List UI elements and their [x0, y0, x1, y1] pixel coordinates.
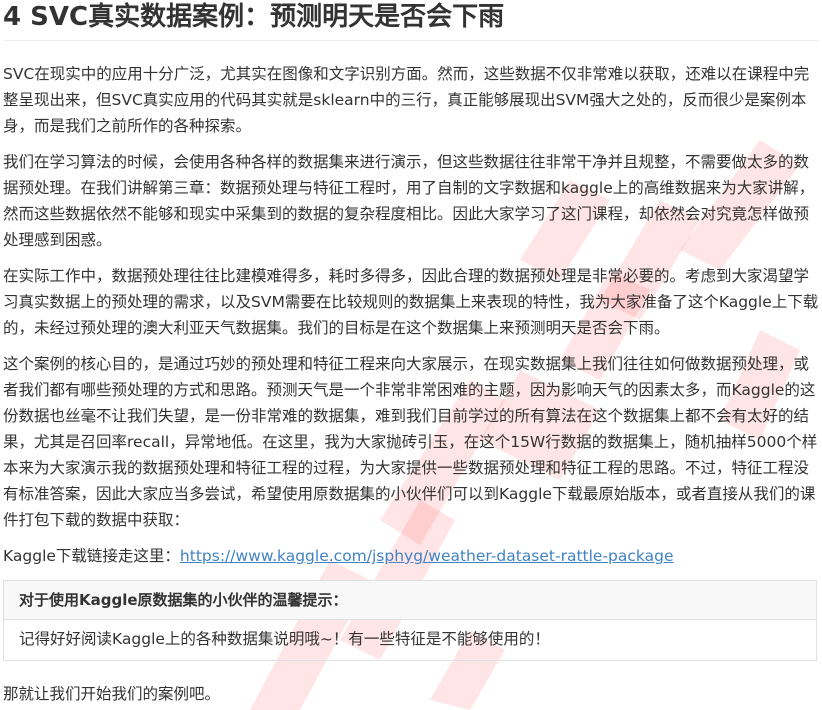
download-label: Kaggle下载链接走这里： — [3, 547, 180, 565]
tip-box: 对于使用Kaggle原数据集的小伙伴的温馨提示： 记得好好阅读Kaggle上的各… — [3, 580, 817, 661]
download-line: Kaggle下载链接走这里：https://www.kaggle.com/jsp… — [3, 543, 819, 569]
paragraph-intro: SVC在现实中的应用十分广泛，尤其实在图像和文字识别方面。然而，这些数据不仅非常… — [3, 65, 810, 135]
paragraph-closing: 那就让我们开始我们的案例吧。 — [3, 685, 221, 703]
tip-title: 对于使用Kaggle原数据集的小伙伴的温馨提示： — [4, 581, 816, 620]
paragraph-preprocessing: 在实际工作中，数据预处理往往比建模难得多，耗时多得多，因此合理的数据预处理是非常… — [3, 267, 819, 337]
page-title: 4 SVC真实数据案例：预测明天是否会下雨 — [3, 0, 819, 41]
tip-body: 记得好好阅读Kaggle上的各种数据集说明哦~！有一些特征是不能够使用的！ — [19, 630, 550, 648]
paragraph-datasets: 我们在学习算法的时候，会使用各种各样的数据集来进行演示，但这些数据往往非常干净并… — [3, 153, 815, 249]
page: 4 SVC真实数据案例：预测明天是否会下雨 SVC在现实中的应用十分广泛，尤其实… — [0, 0, 822, 710]
paragraph-case-goal: 这个案例的核心目的，是通过巧妙的预处理和特征工程来向大家展示，在现实数据集上我们… — [3, 355, 818, 529]
article: 4 SVC真实数据案例：预测明天是否会下雨 SVC在现实中的应用十分广泛，尤其实… — [3, 0, 819, 707]
kaggle-download-link[interactable]: https://www.kaggle.com/jsphyg/weather-da… — [180, 547, 674, 565]
